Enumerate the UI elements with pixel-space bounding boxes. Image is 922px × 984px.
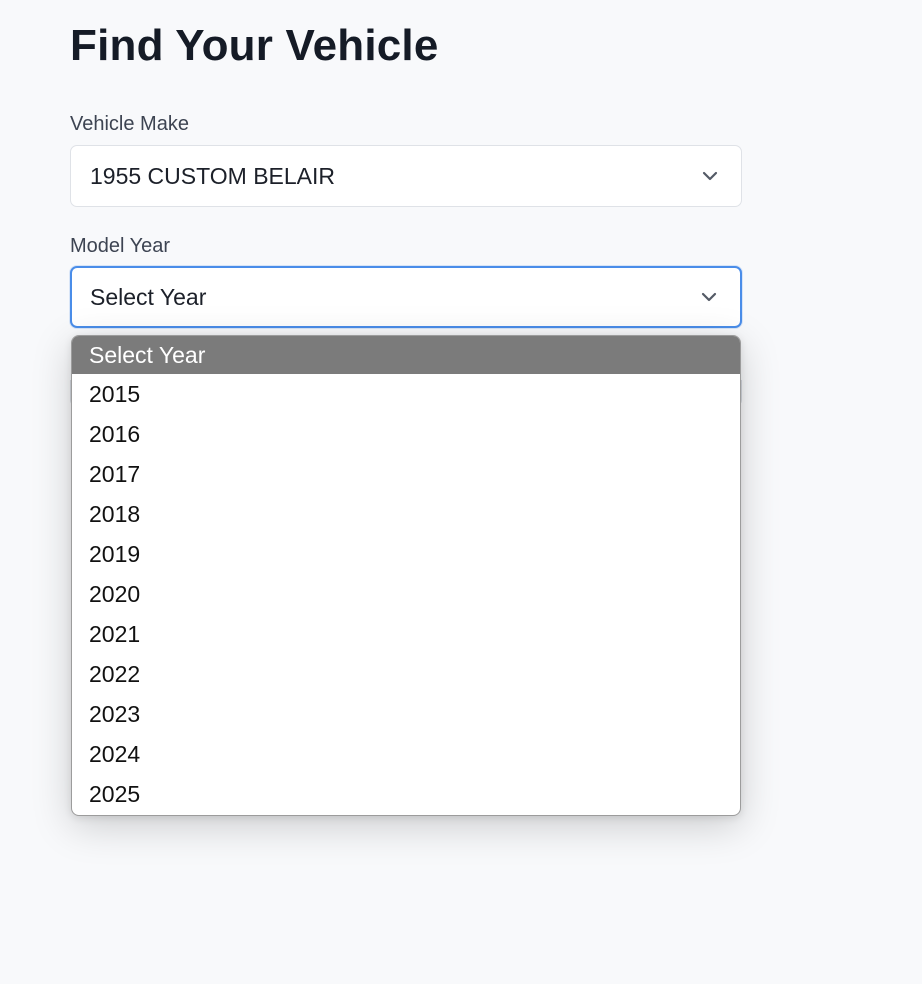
year-option-2016[interactable]: 2016 — [72, 414, 740, 454]
year-option-2018[interactable]: 2018 — [72, 494, 740, 534]
year-option-2015[interactable]: 2015 — [72, 374, 740, 414]
year-option-2019[interactable]: 2019 — [72, 534, 740, 574]
vehicle-make-value: 1955 CUSTOM BELAIR — [90, 162, 336, 189]
year-option-2017[interactable]: 2017 — [72, 454, 740, 494]
model-year-select[interactable]: Select Year — [70, 266, 742, 328]
year-option-select-year[interactable]: Select Year — [72, 336, 740, 374]
year-option-2022[interactable]: 2022 — [72, 654, 740, 694]
year-option-2025[interactable]: 2025 — [72, 774, 740, 814]
model-year-value: Select Year — [90, 283, 207, 310]
chevron-down-icon — [701, 167, 719, 185]
vehicle-make-select[interactable]: 1955 CUSTOM BELAIR — [70, 145, 742, 207]
year-option-2021[interactable]: 2021 — [72, 614, 740, 654]
chevron-down-icon — [700, 288, 718, 306]
model-year-label: Model Year — [70, 235, 171, 257]
year-option-2023[interactable]: 2023 — [72, 694, 740, 734]
year-option-2020[interactable]: 2020 — [72, 574, 740, 614]
page-title: Find Your Vehicle — [70, 21, 439, 70]
model-year-dropdown-list: Select Year 2015 2016 2017 2018 2019 202… — [71, 335, 741, 816]
year-option-2024[interactable]: 2024 — [72, 734, 740, 774]
vehicle-make-label: Vehicle Make — [70, 113, 189, 135]
